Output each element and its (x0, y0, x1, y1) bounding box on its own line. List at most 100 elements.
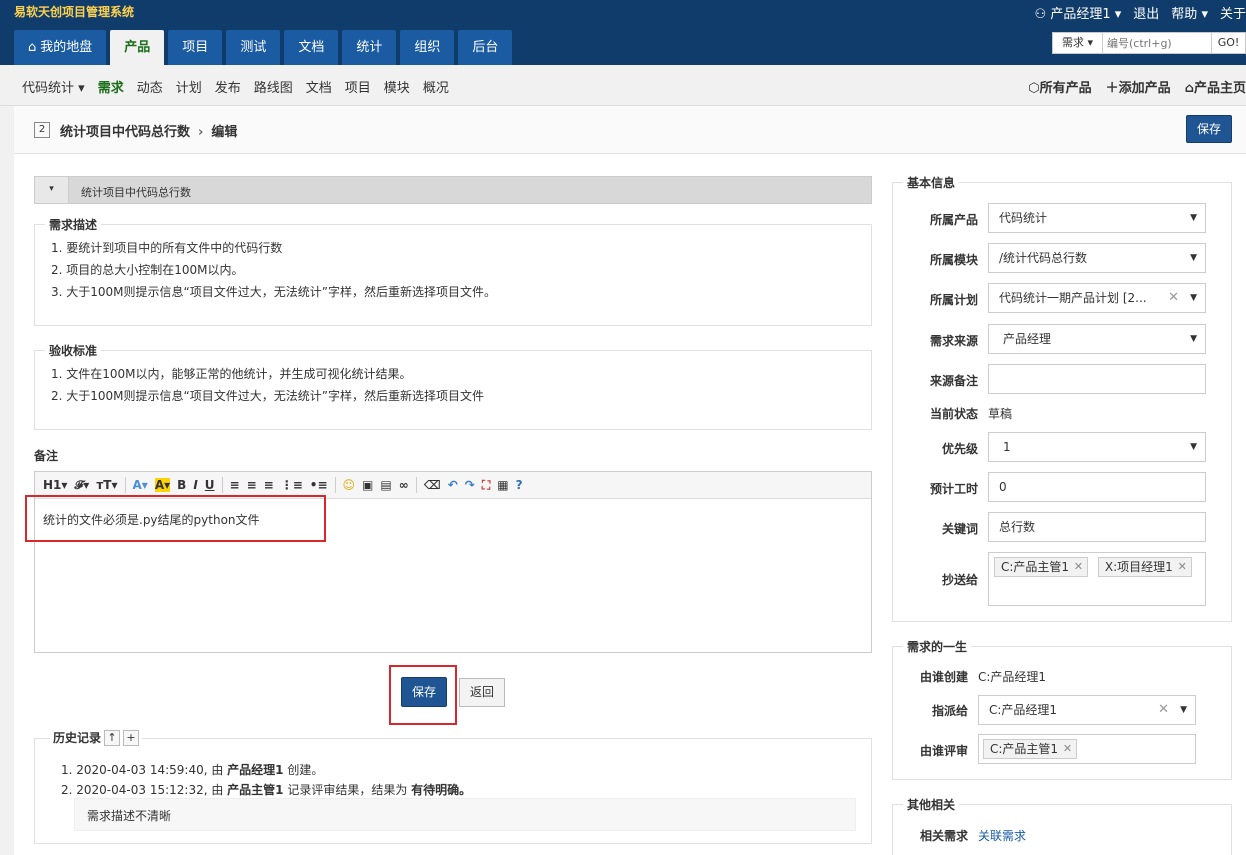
source-label: 需求来源 (929, 334, 978, 348)
assigned-select[interactable]: C:产品经理1 ✕ ▼ (978, 695, 1196, 725)
assigned-label: 指派给 (931, 704, 968, 718)
history-entry: 2. 2020-04-03 15:12:32, 由 产品主管1 记录评审结果，结… (61, 783, 472, 797)
history-label: 历史记录 ↑ + (50, 729, 143, 746)
other-legend: 其他相关 (907, 798, 956, 812)
subnav-item-roadmap[interactable]: 路线图 (254, 77, 293, 96)
ordered-list-icon[interactable]: ⋮≡ (281, 478, 303, 492)
heading-button[interactable]: H1▾ (43, 478, 67, 492)
description-legend: 需求描述 (49, 218, 98, 232)
remove-icon[interactable]: ✕ (1063, 740, 1072, 758)
reviewer-label: 由谁评审 (919, 744, 968, 758)
align-center-icon[interactable]: ≡ (247, 478, 257, 492)
created-by-label: 由谁创建 (919, 670, 968, 684)
source-note-input[interactable] (988, 364, 1206, 394)
redo-icon[interactable]: ↷ (465, 478, 475, 492)
add-product-link[interactable]: ＋添加产品 (1106, 77, 1171, 96)
module-select[interactable]: /统计代码总行数 ▼ (988, 243, 1206, 273)
subnav-item-dynamic[interactable]: 动态 (137, 77, 163, 96)
link-story-link[interactable]: 关联需求 (978, 827, 1026, 844)
underline-button[interactable]: U (205, 478, 215, 492)
link-icon[interactable]: ∞ (399, 478, 409, 492)
estimate-input[interactable]: 0 (988, 472, 1206, 502)
highlight-frame-notes (25, 495, 326, 542)
search-type-select[interactable]: 需求 ▾ (1053, 33, 1103, 53)
toolbar-divider (124, 477, 126, 493)
tab-stats[interactable]: 统计 (342, 30, 397, 65)
history-expand-icon[interactable]: + (123, 729, 140, 746)
subnav-item-story[interactable]: 需求 (98, 77, 124, 96)
product-home-link[interactable]: ⌂产品主页 (1185, 77, 1246, 96)
search-box: 需求 ▾ GO! (1052, 32, 1246, 54)
priority-select[interactable]: 1 ▼ (988, 432, 1206, 462)
font-color-button[interactable]: A▾ (133, 478, 148, 492)
tab-admin[interactable]: 后台 (458, 30, 513, 65)
font-family-button[interactable]: 𝓕▾ (74, 478, 89, 493)
reviewer-picker[interactable]: C:产品主管1 ✕ (978, 734, 1196, 764)
paste-icon[interactable]: ▦ (497, 478, 508, 492)
italic-button[interactable]: I (193, 478, 197, 492)
subnav-item-plan[interactable]: 计划 (176, 77, 202, 96)
main-nav: ⌂ 我的地盘 产品 项目 测试 文档 统计 组织 后台 (14, 30, 513, 65)
undo-icon[interactable]: ↶ (448, 478, 458, 492)
about-link[interactable]: 关于 (1220, 3, 1246, 22)
caret-down-icon[interactable]: ▾ (35, 177, 69, 203)
tab-project[interactable]: 项目 (168, 30, 223, 65)
bold-button[interactable]: B (177, 478, 186, 492)
acceptance-box: 验收标准 1. 文件在100M以内，能够正常的他统计，并生成可视化统计结果。 2… (34, 342, 872, 430)
breadcrumb-sep-icon: › (198, 125, 204, 140)
subnav-item-doc[interactable]: 文档 (306, 77, 332, 96)
acceptance-line: 1. 文件在100M以内，能够正常的他统计，并生成可视化统计结果。 (51, 367, 412, 381)
search-go-button[interactable]: GO! (1211, 33, 1245, 53)
unordered-list-icon[interactable]: •≡ (310, 478, 328, 492)
lifecycle-legend: 需求的一生 (907, 640, 968, 654)
keywords-label: 关键词 (941, 522, 978, 536)
plan-select[interactable]: 代码统计一期产品计划 [2... ✕ ▼ (988, 283, 1206, 313)
top-header: 易软天创项目管理系统 ⚇ 产品经理1 ▾ 退出 帮助 ▾ 关于 ⌂ 我的地盘 产品… (0, 0, 1246, 65)
search-input[interactable] (1103, 33, 1211, 53)
help-menu[interactable]: 帮助 ▾ (1171, 3, 1208, 22)
story-title-input[interactable]: 统计项目中代码总行数 (81, 184, 191, 200)
tab-org[interactable]: 组织 (400, 30, 455, 65)
tab-test[interactable]: 测试 (226, 30, 281, 65)
align-right-icon[interactable]: ≡ (264, 478, 274, 492)
description-box: 需求描述 1. 要统计到项目中的所有文件中的代码行数 2. 项目的总大小控制在1… (34, 216, 872, 326)
source-select[interactable]: 产品经理 ▼ (988, 324, 1206, 354)
help-icon[interactable]: ? (516, 478, 523, 492)
fullscreen-icon[interactable]: ⛶ (482, 478, 490, 493)
remove-icon[interactable]: ✕ (1074, 558, 1083, 576)
save-button-top[interactable]: 保存 (1186, 115, 1232, 143)
story-title-bar: ▾ 统计项目中代码总行数 (34, 176, 872, 204)
cc-picker[interactable]: C:产品主管1 ✕ X:项目经理1 ✕ (988, 552, 1206, 606)
cc-label: 抄送给 (941, 573, 978, 587)
product-select[interactable]: 代码统计 ▼ (988, 203, 1206, 233)
remove-icon[interactable]: ✕ (1178, 558, 1187, 576)
history-toggle-up-icon[interactable]: ↑ (104, 729, 121, 746)
highlight-button[interactable]: A▾ (154, 478, 171, 492)
subnav-item-release[interactable]: 发布 (215, 77, 241, 96)
align-left-icon[interactable]: ≡ (230, 478, 240, 492)
cc-tag: X:项目经理1 ✕ (1097, 557, 1192, 577)
all-products-link[interactable]: ⬡所有产品 (1028, 77, 1091, 96)
code-icon[interactable]: ▤ (380, 478, 391, 492)
user-menu[interactable]: ⚇ 产品经理1 ▾ (1035, 3, 1122, 22)
subnav-item-project[interactable]: 项目 (345, 77, 371, 96)
eraser-icon[interactable]: ⌫ (424, 478, 441, 492)
keywords-input[interactable]: 总行数 (988, 512, 1206, 542)
estimate-label: 预计工时 (929, 482, 978, 496)
tab-doc[interactable]: 文档 (284, 30, 339, 65)
logout-link[interactable]: 退出 (1133, 3, 1159, 22)
clear-icon[interactable]: ✕ (1168, 284, 1179, 312)
tab-product[interactable]: 产品 (110, 30, 165, 65)
dropdown-arrow-icon: ▼ (1190, 442, 1197, 452)
product-switcher[interactable]: 代码统计 ▾ (22, 77, 85, 96)
subnav-item-view[interactable]: 概况 (423, 77, 449, 96)
image-icon[interactable]: ▣ (362, 478, 373, 492)
back-button[interactable]: 返回 (459, 678, 505, 707)
dropdown-arrow-icon: ▼ (1190, 334, 1197, 344)
tab-my[interactable]: ⌂ 我的地盘 (14, 30, 107, 65)
emoticon-icon[interactable]: ☺ (343, 478, 356, 492)
cube-icon: ⬡ (1028, 81, 1040, 96)
subnav-item-module[interactable]: 模块 (384, 77, 410, 96)
clear-icon[interactable]: ✕ (1158, 696, 1169, 724)
font-size-button[interactable]: тT▾ (96, 478, 117, 492)
